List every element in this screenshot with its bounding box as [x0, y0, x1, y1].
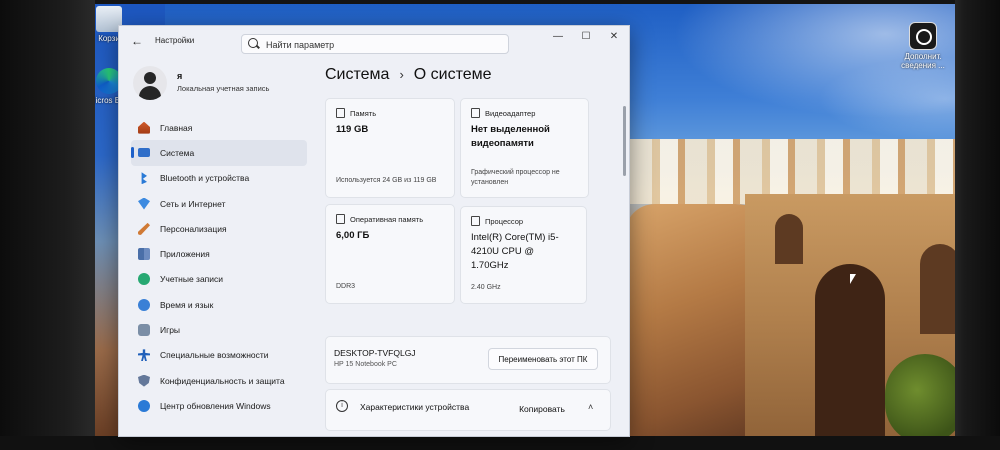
monitor-bezel-right [955, 0, 1000, 450]
sidebar-item-label: Приложения [160, 249, 210, 260]
sidebar-item-network[interactable]: Сеть и Интернет [131, 191, 307, 216]
sidebar-item-label: Сеть и Интернет [160, 198, 226, 209]
ram-value: 6,00 ГБ [336, 230, 370, 241]
sidebar-item-label: Bluetooth и устройства [160, 173, 250, 184]
network-icon [138, 197, 150, 210]
storage-card-title: Память [350, 108, 377, 118]
gpu-card-title: Видеоадаптер [485, 108, 536, 118]
desktop-icon-label: Дополнит. сведения ... [901, 52, 945, 70]
bluetooth-icon [141, 172, 147, 185]
gpu-card[interactable]: Видеоадаптер Нет выделенной видеопамяти … [460, 98, 589, 198]
sidebar-item-windows-update[interactable]: Центр обновления Windows [131, 393, 307, 418]
sidebar-item-apps[interactable]: Приложения [131, 241, 307, 266]
sidebar-item-label: Персонализация [160, 223, 227, 234]
breadcrumb-separator: › [399, 67, 404, 82]
wallpaper-arch [920, 244, 955, 334]
sidebar-item-label: Конфиденциальность и защита [160, 375, 285, 386]
ram-type: DDR3 [336, 283, 356, 290]
home-icon [138, 121, 150, 134]
gpu-card-header: Видеоадаптер [471, 108, 535, 118]
storage-usage: Используется 24 GB из 119 GB [336, 177, 437, 184]
cpu-card-title: Процессор [485, 216, 524, 226]
system-info-icon [909, 22, 937, 50]
personalization-icon [138, 222, 150, 235]
system-icon [138, 148, 150, 158]
search-input[interactable] [264, 37, 506, 52]
sidebar-nav: Главная Система Bluetooth и устройства С… [131, 115, 307, 419]
cpu-value: Intel(R) Core(TM) i5-4210U CPU @ 1.70GHz [471, 232, 559, 271]
device-specs-row[interactable]: i Характеристики устройства Копировать ˄ [325, 389, 611, 431]
title-bar: ← Настройки — ☐ ✕ [119, 26, 629, 56]
user-name: я [177, 71, 183, 81]
breadcrumb: Система › О системе [325, 66, 492, 84]
windows-update-icon [138, 399, 150, 412]
mouse-cursor-icon [850, 274, 856, 284]
app-title: Настройки [155, 36, 195, 45]
sidebar-item-label: Система [160, 147, 195, 158]
privacy-shield-icon [138, 374, 150, 387]
storage-card-header: Память [336, 108, 376, 118]
wallpaper-arch [815, 264, 885, 436]
ram-icon [336, 214, 345, 224]
close-button[interactable]: ✕ [605, 31, 623, 42]
time-language-icon [138, 298, 150, 311]
minimize-button[interactable]: — [549, 31, 567, 42]
gpu-value: Нет выделенной видеопамяти [471, 124, 550, 149]
cpu-speed: 2.40 GHz [471, 284, 501, 291]
search-icon [248, 38, 258, 48]
sidebar-item-home[interactable]: Главная [131, 115, 307, 140]
settings-window: ← Настройки — ☐ ✕ я Локальная учетная за… [118, 25, 630, 437]
maximize-button[interactable]: ☐ [577, 31, 595, 42]
games-icon [138, 324, 150, 337]
apps-icon [138, 248, 150, 261]
storage-value: 119 GB [336, 124, 369, 135]
copy-button[interactable]: Копировать [508, 399, 576, 419]
gpu-footer: Графический процессор не установлен [471, 169, 560, 186]
storage-card[interactable]: Память 119 GB Используется 24 GB из 119 … [325, 98, 455, 198]
wallpaper-greenery [885, 354, 955, 436]
desktop-icon-system-info[interactable]: Дополнит. сведения ... [895, 22, 951, 70]
sidebar-item-system[interactable]: Система [131, 140, 307, 166]
storage-icon [336, 108, 345, 118]
ram-card-header: Оперативная память [336, 214, 423, 224]
info-icon: i [336, 400, 348, 412]
monitor-bezel-bottom [0, 436, 1000, 450]
sidebar-item-label: Учетные записи [160, 274, 224, 285]
avatar [133, 66, 167, 100]
sidebar-item-bluetooth[interactable]: Bluetooth и устройства [131, 166, 307, 191]
sidebar-item-label: Центр обновления Windows [160, 400, 271, 411]
sidebar-item-accounts[interactable]: Учетные записи [131, 267, 307, 292]
sidebar-item-label: Игры [160, 325, 181, 336]
breadcrumb-parent[interactable]: Система [325, 66, 389, 83]
sidebar-item-accessibility[interactable]: Специальные возможности [131, 343, 307, 368]
rename-pc-button[interactable]: Переименовать этот ПК [488, 348, 598, 370]
device-specs-label: Характеристики устройства [360, 402, 470, 412]
wallpaper-arch [775, 214, 803, 264]
sidebar-item-label: Главная [160, 122, 193, 133]
sidebar-item-label: Специальные возможности [160, 350, 269, 361]
page-title: О системе [413, 66, 492, 83]
sidebar-item-games[interactable]: Игры [131, 317, 307, 342]
search-box[interactable] [241, 34, 509, 54]
ram-card[interactable]: Оперативная память 6,00 ГБ DDR3 [325, 204, 455, 304]
sidebar-item-label: Время и язык [160, 299, 214, 310]
sidebar-item-personalization[interactable]: Персонализация [131, 216, 307, 241]
sidebar-item-privacy[interactable]: Конфиденциальность и защита [131, 368, 307, 393]
monitor-bezel-left [0, 0, 95, 450]
device-name-row: DESKTOP-TVFQLGJ HP 15 Notebook PC Переим… [325, 336, 611, 384]
device-name: DESKTOP-TVFQLGJ [334, 348, 416, 358]
back-arrow-icon[interactable]: ← [131, 34, 143, 48]
cpu-card[interactable]: Процессор Intel(R) Core(TM) i5-4210U CPU… [460, 206, 587, 304]
chevron-up-icon[interactable]: ˄ [588, 402, 593, 412]
cpu-icon [471, 216, 480, 226]
accounts-icon [138, 273, 150, 286]
accessibility-icon [138, 349, 150, 362]
ram-card-title: Оперативная память [350, 214, 424, 224]
cpu-card-header: Процессор [471, 216, 523, 226]
sidebar-item-time-language[interactable]: Время и язык [131, 292, 307, 317]
gpu-icon [471, 108, 480, 118]
device-model: HP 15 Notebook PC [334, 361, 397, 368]
scrollbar[interactable] [623, 106, 626, 176]
account-type: Локальная учетная запись [177, 84, 270, 93]
